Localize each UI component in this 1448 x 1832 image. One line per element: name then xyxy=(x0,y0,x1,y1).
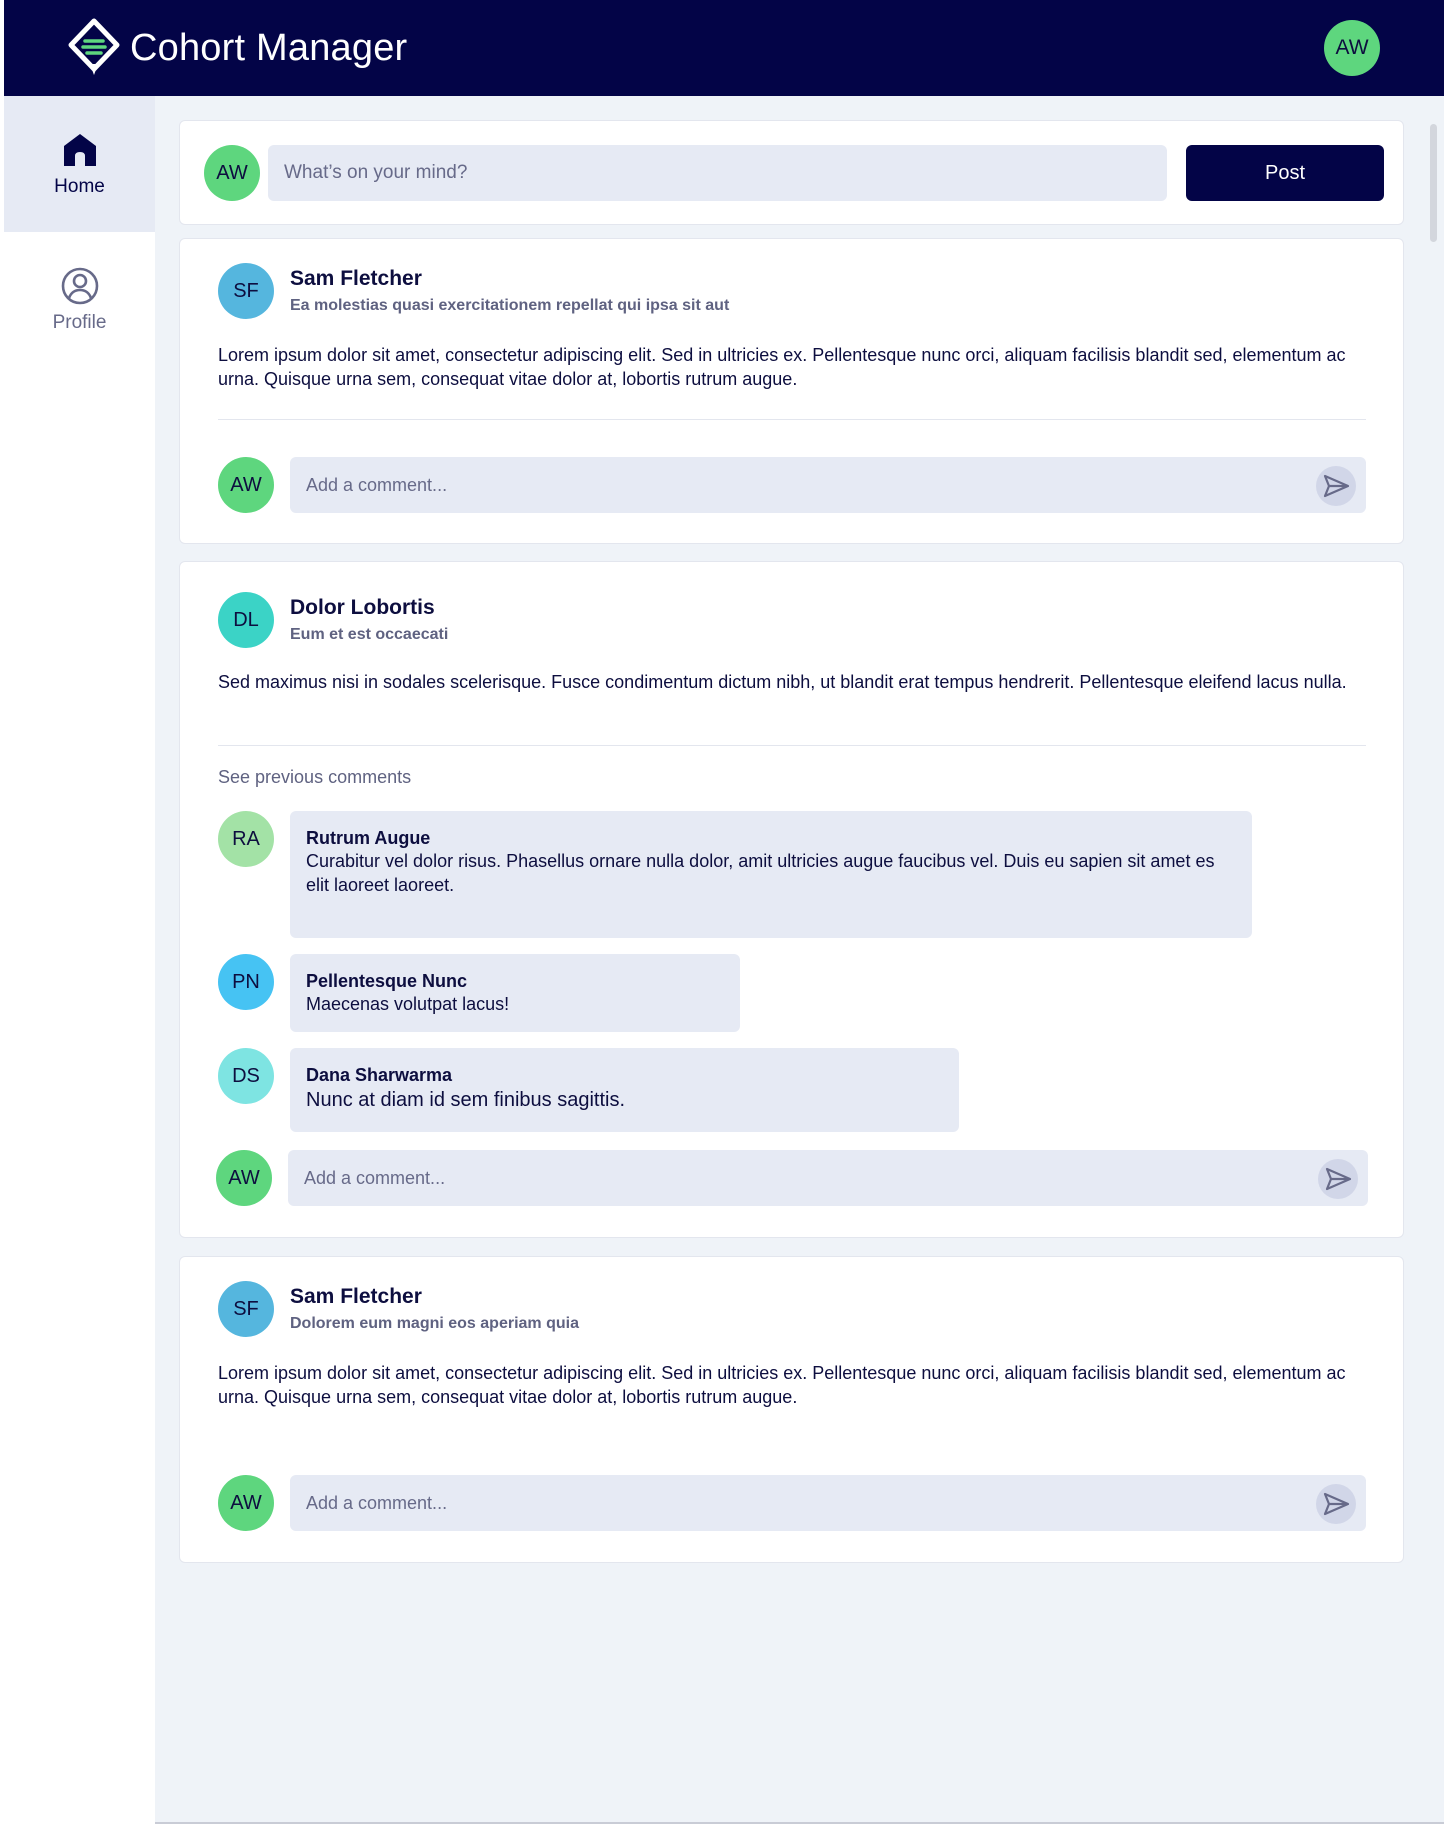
author-avatar[interactable]: DL xyxy=(218,592,274,648)
brand[interactable]: Cohort Manager xyxy=(66,18,407,78)
commenter-name[interactable]: Rutrum Augue xyxy=(306,827,1236,849)
send-icon xyxy=(1325,1167,1352,1191)
send-icon xyxy=(1323,1492,1350,1516)
comment-avatar: AW xyxy=(218,457,274,513)
author-avatar[interactable]: SF xyxy=(218,1281,274,1337)
divider xyxy=(218,745,1366,746)
sidebar-item-profile[interactable]: Profile xyxy=(4,232,155,368)
comment-bubble: Rutrum Augue Curabitur vel dolor risus. … xyxy=(290,811,1252,938)
commenter-name[interactable]: Pellentesque Nunc xyxy=(306,970,724,992)
sidebar-item-home[interactable]: Home xyxy=(4,96,155,232)
send-button[interactable] xyxy=(1316,1484,1356,1524)
author-name[interactable]: Dolor Lobortis xyxy=(290,596,435,620)
commenter-avatar[interactable]: DS xyxy=(218,1048,274,1104)
comment-box xyxy=(290,457,1366,513)
profile-icon xyxy=(61,267,98,305)
author-name[interactable]: Sam Fletcher xyxy=(290,1285,422,1309)
send-button[interactable] xyxy=(1316,466,1356,506)
commenter-name[interactable]: Dana Sharwarma xyxy=(306,1064,943,1086)
sidebar: Home Profile xyxy=(4,96,155,1824)
comment-input[interactable] xyxy=(290,1475,1366,1531)
see-previous-comments-link[interactable]: See previous comments xyxy=(218,767,411,788)
post-body: Lorem ipsum dolor sit amet, consectetur … xyxy=(218,1363,1346,1407)
comment-avatar: AW xyxy=(216,1150,272,1206)
commenter-avatar[interactable]: PN xyxy=(218,954,274,1010)
app-title: Cohort Manager xyxy=(130,26,408,69)
comment-text: Nunc at diam id sem finibus sagittis. xyxy=(306,1089,626,1111)
comment-input[interactable] xyxy=(290,457,1366,513)
cohort-logo-icon xyxy=(68,18,120,75)
status-input[interactable] xyxy=(268,145,1167,201)
author-name[interactable]: Sam Fletcher xyxy=(290,267,422,291)
post-subtitle: Ea molestias quasi exercitationem repell… xyxy=(290,297,730,314)
post-card: SF Sam Fletcher Ea molestias quasi exerc… xyxy=(179,238,1404,544)
scrollbar-thumb[interactable] xyxy=(1430,124,1437,242)
post-button[interactable]: Post xyxy=(1186,145,1384,201)
comment-box xyxy=(290,1475,1366,1531)
post-card: SF Sam Fletcher Dolorem eum magni eos ap… xyxy=(179,1256,1404,1563)
comment-bubble: Pellentesque Nunc Maecenas volutpat lacu… xyxy=(290,954,740,1032)
post-card: DL Dolor Lobortis Eum et est occaecati S… xyxy=(179,561,1404,1238)
send-button[interactable] xyxy=(1318,1159,1358,1199)
home-icon xyxy=(63,134,96,166)
app-window: Cohort Manager AW Home Profile AW Post S… xyxy=(4,0,1444,1824)
commenter-avatar[interactable]: RA xyxy=(218,811,274,867)
composer-avatar: AW xyxy=(204,145,260,201)
sidebar-item-label: Profile xyxy=(52,312,107,333)
author-avatar[interactable]: SF xyxy=(218,263,274,319)
post-subtitle: Eum et est occaecati xyxy=(290,626,449,643)
comment-avatar: AW xyxy=(218,1475,274,1531)
post-composer: AW Post xyxy=(179,120,1404,225)
sidebar-item-label: Home xyxy=(54,176,105,197)
comment-text: Maecenas volutpat lacus! xyxy=(306,994,510,1014)
post-subtitle: Dolorem eum magni eos aperiam quia xyxy=(290,1315,579,1332)
divider xyxy=(218,419,1366,420)
user-avatar[interactable]: AW xyxy=(1324,20,1380,76)
top-bar: Cohort Manager AW xyxy=(4,0,1444,96)
post-body: Lorem ipsum dolor sit amet, consectetur … xyxy=(218,345,1346,389)
comment-bubble: Dana Sharwarma Nunc at diam id sem finib… xyxy=(290,1048,959,1132)
comment-input[interactable] xyxy=(288,1150,1368,1206)
comment-text: Curabitur vel dolor risus. Phasellus orn… xyxy=(306,851,1215,895)
send-icon xyxy=(1323,474,1350,498)
comment-box xyxy=(288,1150,1368,1206)
post-body: Sed maximus nisi in sodales scelerisque.… xyxy=(218,672,1347,692)
